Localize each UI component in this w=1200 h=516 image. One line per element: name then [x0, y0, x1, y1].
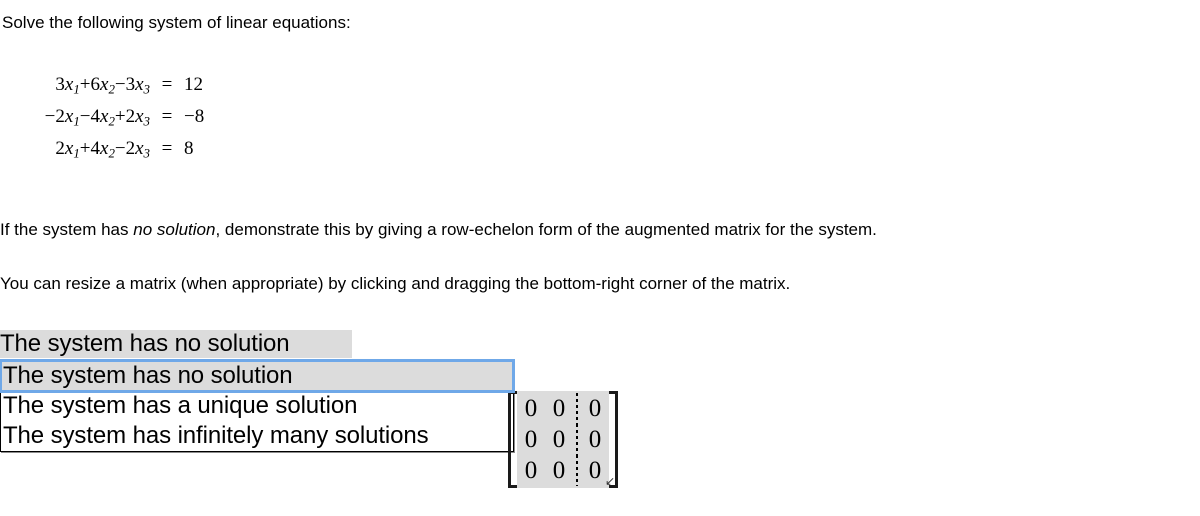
eq1-equals: =: [161, 74, 173, 95]
instruction-suffix: , demonstrate this by giving a row-echel…: [215, 220, 877, 239]
eq3-term3-coef: 2: [125, 138, 136, 159]
augment-separator: [576, 393, 578, 424]
matrix-cell-r1c1[interactable]: 0: [517, 393, 545, 424]
eq2-term3-var: x: [135, 106, 144, 127]
eq2-rhs: −8: [184, 106, 205, 127]
eq3-equals: =: [161, 138, 173, 159]
eq3-rhs: 8: [184, 138, 194, 159]
page-title: Solve the following system of linear equ…: [2, 13, 351, 32]
matrix-cell-r2c1[interactable]: 0: [517, 424, 545, 455]
matrix-cell-r1c2[interactable]: 0: [545, 393, 573, 424]
augment-separator: [576, 424, 578, 455]
resize-instruction: You can resize a matrix (when appropriat…: [0, 274, 791, 293]
matrix-cell-r3c1[interactable]: 0: [517, 455, 545, 486]
eq2-term1-coef: 2: [55, 106, 65, 127]
matrix-row: 0 0 0: [517, 455, 609, 486]
matrix-resize-handle-icon[interactable]: ↙: [604, 475, 616, 487]
eq2-term3-op: +: [114, 106, 126, 127]
eq3-term2-op: +: [79, 138, 91, 159]
dropdown-option-unique-solution[interactable]: The system has a unique solution: [1, 391, 513, 421]
eq1-rhs: 12: [184, 74, 203, 95]
dropdown-option-infinitely-many-solutions[interactable]: The system has infinitely many solutions: [1, 421, 513, 451]
equation-row-1: 3x1+6x2−3x3 = 12: [18, 74, 204, 106]
eq1-term1-coef: 3: [55, 74, 65, 95]
matrix-right-bracket: ↙: [605, 391, 618, 488]
matrix-cell-r1c3[interactable]: 0: [581, 393, 609, 424]
equation-row-2: −2x1−4x2+2x3 = −8: [18, 106, 205, 138]
equation-system: 3x1+6x2−3x3 = 12 −2x1−4x2+2x3 = −8 2x1+4…: [18, 74, 205, 170]
matrix-row: 0 0 0: [517, 424, 609, 455]
eq1-term3-coef: 3: [125, 74, 136, 95]
eq1-term2-coef: 6: [90, 74, 101, 95]
equation-1-lhs: 3x1+6x2−3x3: [18, 74, 150, 98]
instruction-emphasis: no solution: [133, 220, 216, 239]
equation-row-3: 2x1+4x2−2x3 = 8: [18, 138, 204, 170]
dropdown-option-no-solution[interactable]: The system has no solution: [0, 359, 515, 393]
matrix-grid[interactable]: 0 0 0 0 0 0 0 0 0: [517, 391, 609, 488]
matrix-cell-r2c2[interactable]: 0: [545, 424, 573, 455]
matrix-cell-r3c2[interactable]: 0: [545, 455, 573, 486]
eq3-term1-coef: 2: [55, 138, 65, 159]
solution-type-dropdown-list[interactable]: The system has no solution The system ha…: [0, 359, 515, 452]
matrix-left-bracket: [508, 391, 517, 488]
eq3-term3-var: x: [135, 138, 144, 159]
eq1-term2-op: +: [79, 74, 91, 95]
eq2-term2-coef: 4: [90, 106, 101, 127]
eq3-term3-op: −: [114, 138, 126, 159]
eq1-term3-op: −: [114, 74, 126, 95]
eq1-term3-var: x: [135, 74, 144, 95]
matrix-row: 0 0 0: [517, 393, 609, 424]
eq2-term1-op: −: [44, 106, 56, 127]
eq2-term3-coef: 2: [125, 106, 136, 127]
instruction-prefix: If the system has: [0, 220, 134, 239]
eq3-term2-coef: 4: [90, 138, 101, 159]
augment-separator: [576, 455, 578, 486]
no-solution-instruction: If the system has no solution, demonstra…: [0, 220, 877, 240]
eq2-equals: =: [161, 106, 173, 127]
matrix-cell-r2c3[interactable]: 0: [581, 424, 609, 455]
equation-3-lhs: 2x1+4x2−2x3: [18, 138, 150, 162]
augmented-matrix[interactable]: 0 0 0 0 0 0 0 0 0 ↙: [508, 391, 618, 488]
equation-2-lhs: −2x1−4x2+2x3: [18, 106, 150, 130]
eq2-term2-op: −: [79, 106, 91, 127]
solution-type-select[interactable]: The system has no solution: [0, 330, 352, 358]
